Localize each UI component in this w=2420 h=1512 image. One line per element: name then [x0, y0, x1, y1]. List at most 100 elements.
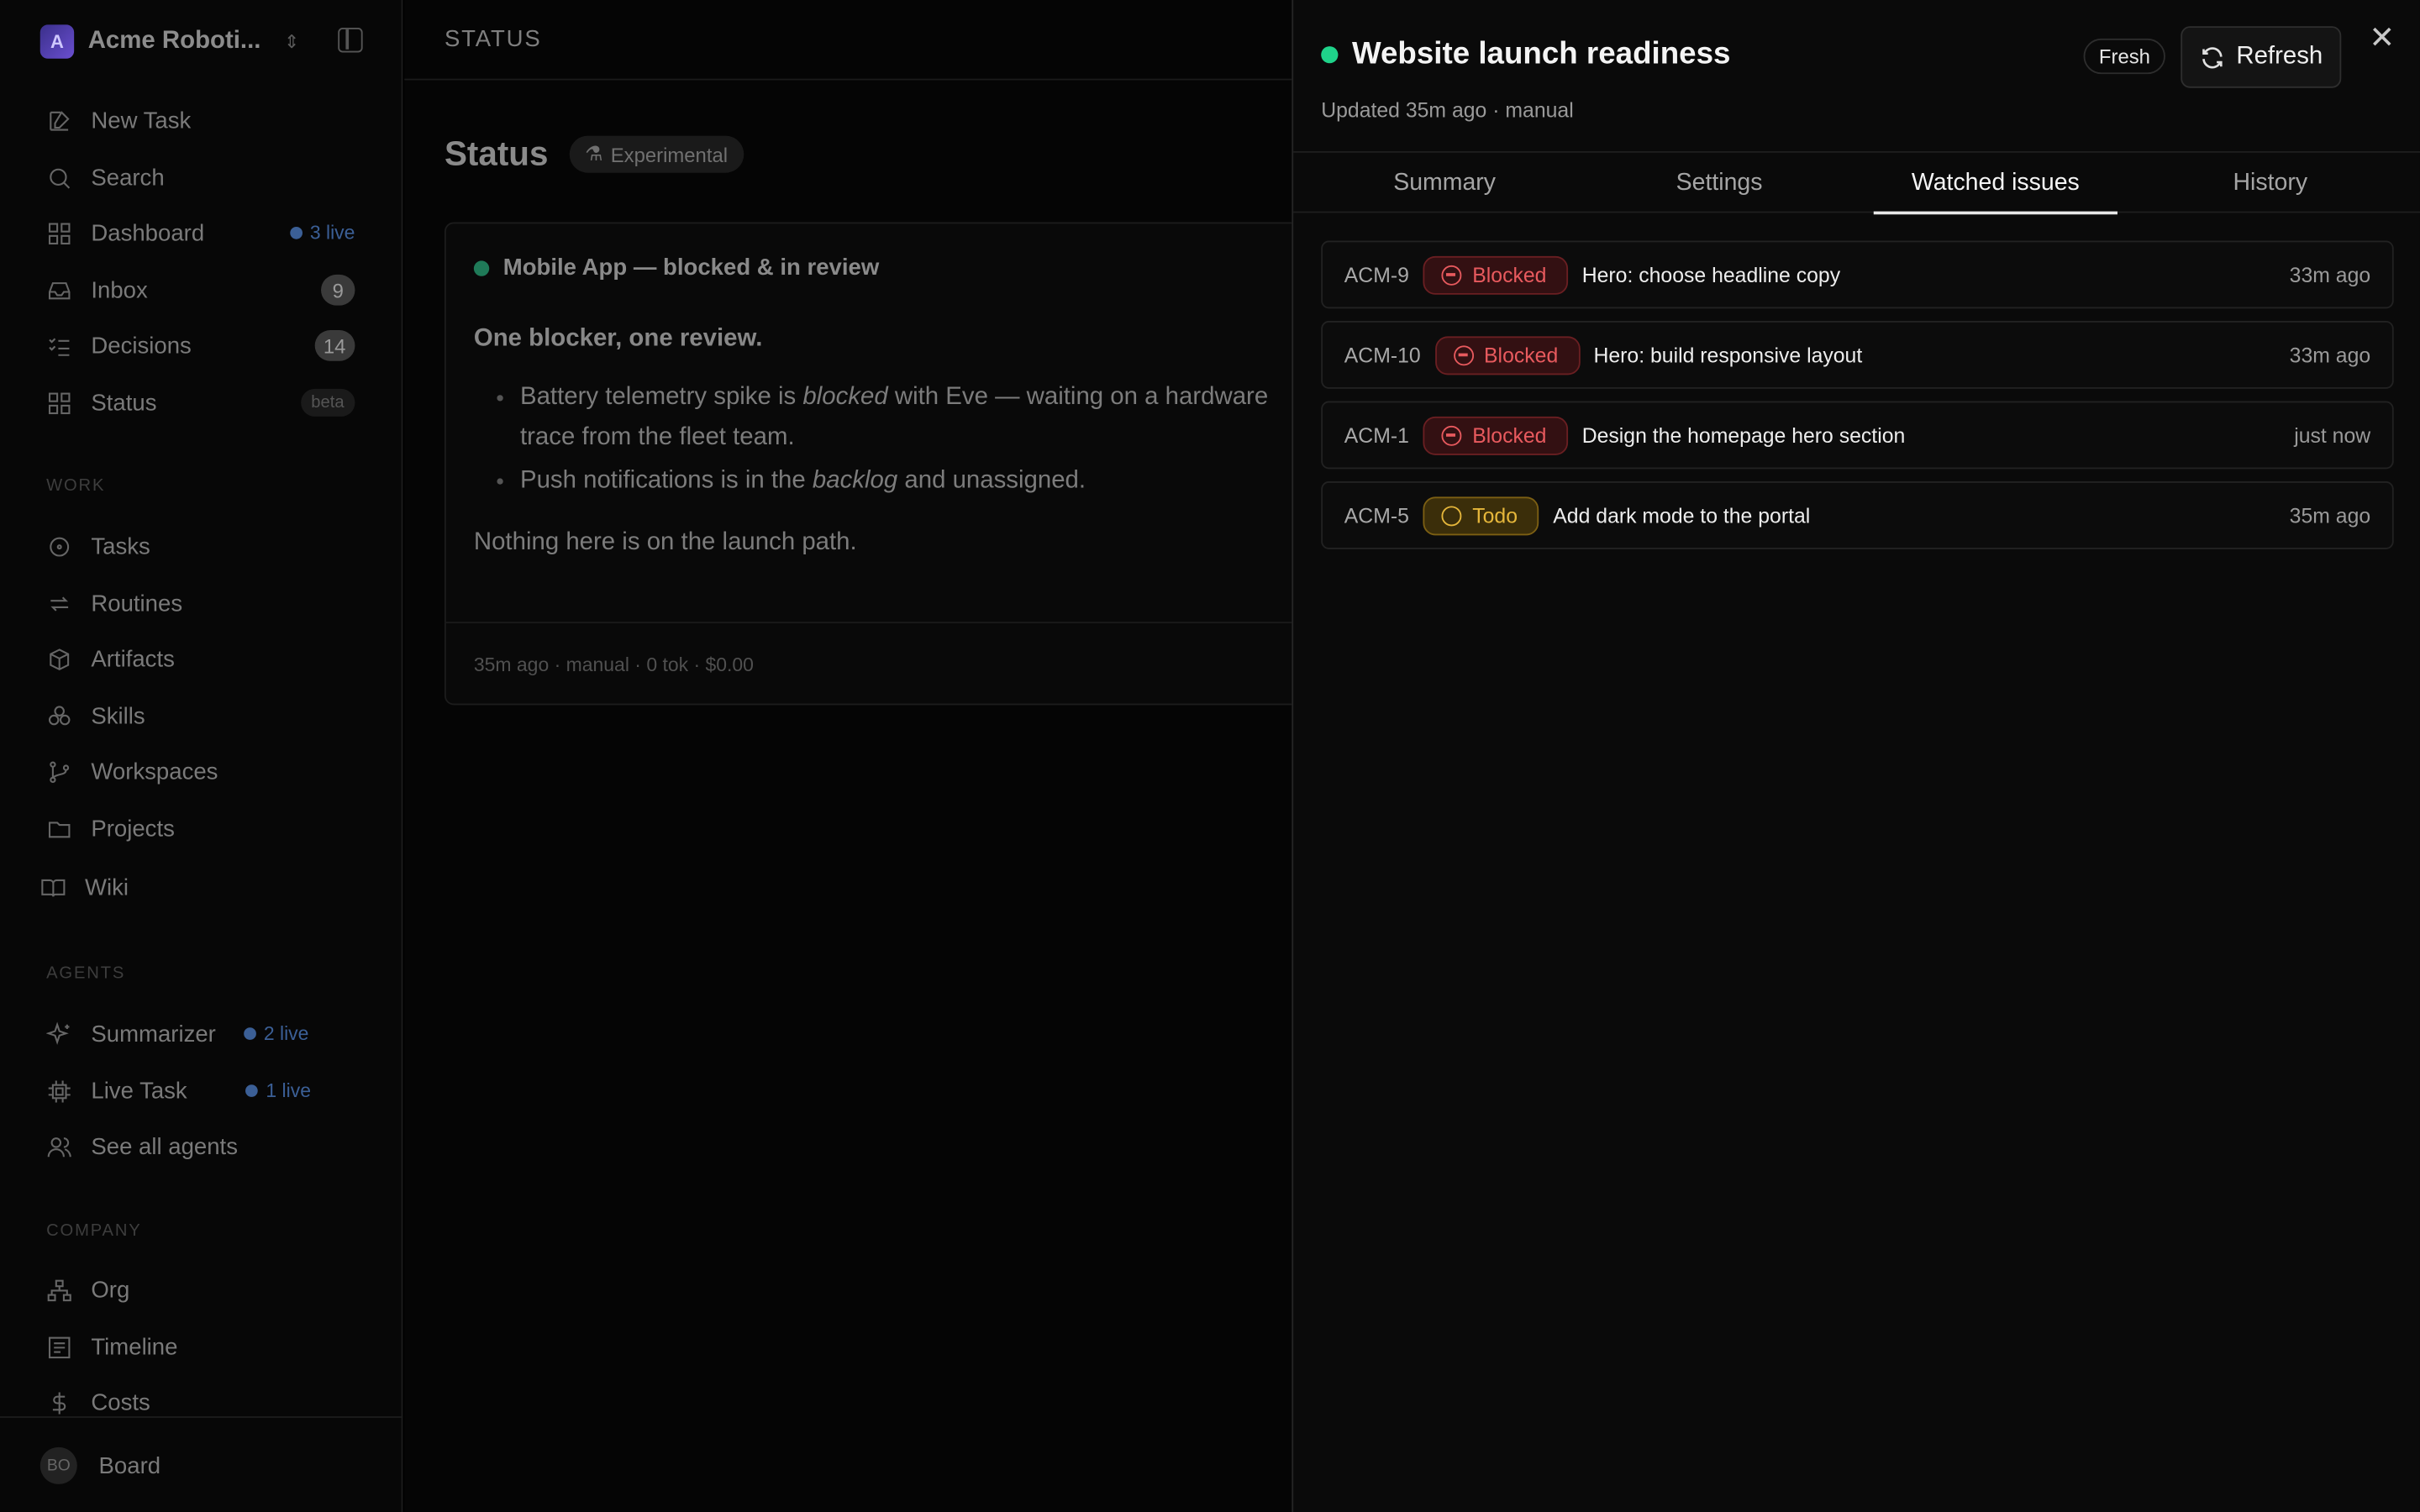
avatar: BO — [39, 1446, 77, 1484]
refresh-button[interactable]: Refresh — [2181, 26, 2342, 88]
tab-settings[interactable]: Settings — [1597, 153, 1841, 213]
sidebar-item-label: New Task — [91, 107, 192, 134]
workspace-logo: A — [39, 24, 75, 59]
issue-time: 33m ago — [2289, 263, 2371, 286]
board-label: Board — [98, 1452, 161, 1479]
sidebar-item-dashboard[interactable]: Dashboard 3 live — [46, 214, 355, 251]
sidebar-item-tasks[interactable]: Tasks — [46, 528, 355, 564]
sidebar-item-label: Inbox — [91, 276, 148, 303]
sidebar-item-label: Decisions — [91, 332, 192, 360]
issue-title: Design the homepage hero section — [1581, 423, 1906, 447]
sidebar-item-org[interactable]: Org — [46, 1271, 355, 1308]
tab-watched-issues[interactable]: Watched issues — [1873, 153, 2118, 215]
sidebar-item-label: Dashboard — [91, 219, 205, 246]
card-heading: One blocker, one review. — [473, 325, 763, 352]
card-title: Mobile App — blocked & in review — [473, 255, 879, 281]
collapse-sidebar-icon[interactable] — [338, 28, 363, 53]
sparkles-icon — [46, 1021, 72, 1047]
folder-icon — [46, 816, 72, 842]
checklist-icon — [46, 333, 72, 359]
inbox-count-badge: 9 — [321, 274, 355, 306]
issue-key: ACM-1 — [1344, 423, 1409, 447]
todo-icon — [1441, 505, 1462, 526]
top-bar: STATUS — [404, 0, 1292, 81]
tab-history[interactable]: History — [2149, 153, 2392, 213]
box-icon — [46, 646, 72, 672]
sidebar-item-inbox[interactable]: Inbox 9 — [46, 271, 355, 308]
sidebar-item-new-task[interactable]: New Task — [46, 102, 355, 139]
sidebar-item-workspaces[interactable]: Workspaces — [46, 753, 355, 790]
sidebar-item-timeline[interactable]: Timeline — [46, 1328, 355, 1365]
dollar-icon — [46, 1389, 72, 1415]
close-icon[interactable]: ✕ — [2369, 24, 2395, 55]
sidebar-item-artifacts[interactable]: Artifacts — [46, 640, 355, 677]
breadcrumb: STATUS — [444, 26, 542, 53]
live-indicator: 3 live — [289, 222, 355, 244]
sidebar: A Acme Roboti... ⇕ New Task Search Dashb… — [0, 0, 403, 1512]
sidebar-item-wiki[interactable]: Wiki — [40, 869, 349, 906]
board-user-button[interactable]: BO Board — [39, 1446, 161, 1484]
card-body: One blocker, one review. Battery telemet… — [474, 326, 1307, 558]
list-icon — [46, 1334, 72, 1360]
fresh-badge: Fresh — [2083, 38, 2166, 75]
status-card[interactable]: Mobile App — blocked & in review One blo… — [444, 222, 1309, 706]
search-icon — [46, 165, 72, 191]
repeat-icon — [46, 591, 72, 617]
issue-time: 33m ago — [2289, 343, 2371, 367]
issue-time: 35m ago — [2289, 503, 2371, 528]
status-dot — [473, 260, 490, 276]
cpu-icon — [46, 1078, 72, 1104]
decisions-count-badge: 14 — [313, 330, 355, 361]
status-badge: Blocked — [1434, 335, 1580, 375]
issue-row[interactable]: ACM-9 Blocked Hero: choose headline copy… — [1321, 240, 2394, 309]
card-footer: 35m ago · manual · 0 tok · $0.00 — [445, 622, 1307, 705]
sidebar-item-label: Live Task — [91, 1077, 187, 1105]
card-closing: Nothing here is on the launch path. — [473, 528, 857, 556]
panel-tabs: Summary Settings Watched issues History — [1293, 150, 2420, 215]
panel-title: Website launch readiness — [1321, 37, 1730, 72]
circles-icon — [46, 703, 72, 729]
sidebar-item-summarizer[interactable]: Summarizer 2 live — [46, 1016, 355, 1053]
sidebar-item-live-task[interactable]: Live Task 1 live — [46, 1073, 355, 1110]
bullet-item: Push notifications is in the backlog and… — [520, 461, 1307, 501]
blocked-icon — [1453, 344, 1474, 365]
sidebar-item-decisions[interactable]: Decisions 14 — [46, 327, 355, 364]
panel-subtitle: Updated 35m ago · manual — [1321, 98, 1574, 123]
sidebar-footer: BO Board — [0, 1416, 403, 1512]
sidebar-item-routines[interactable]: Routines — [46, 585, 355, 622]
sidebar-item-projects[interactable]: Projects — [46, 810, 355, 847]
bullet-item: Battery telemetry spike is blocked with … — [520, 378, 1307, 459]
blocked-icon — [1441, 425, 1462, 445]
sidebar-item-label: Status — [91, 389, 157, 416]
issue-row[interactable]: ACM-10 Blocked Hero: build responsive la… — [1321, 321, 2394, 389]
users-icon — [46, 1133, 72, 1159]
sidebar-item-status[interactable]: Status beta — [46, 384, 355, 421]
chevron-updown-icon: ⇕ — [283, 30, 300, 53]
sidebar-item-costs[interactable]: Costs — [46, 1384, 355, 1421]
sidebar-item-search[interactable]: Search — [46, 159, 355, 196]
blocked-icon — [1441, 264, 1462, 285]
sidebar-item-label: See all agents — [91, 1133, 238, 1160]
status-badge: Todo — [1423, 496, 1539, 535]
workspace-switcher[interactable]: A Acme Roboti... ⇕ — [39, 22, 365, 62]
sidebar-item-label: Workspaces — [91, 758, 218, 785]
app-window: A Acme Roboti... ⇕ New Task Search Dashb… — [0, 0, 2420, 1512]
beta-badge: beta — [300, 388, 355, 417]
tab-summary[interactable]: Summary — [1323, 153, 1566, 213]
issue-title: Add dark mode to the portal — [1553, 503, 1811, 528]
sidebar-item-skills[interactable]: Skills — [46, 697, 355, 734]
section-label-company: COMPANY — [46, 1221, 142, 1241]
workspace-name: Acme Roboti... — [87, 28, 261, 55]
sidebar-item-label: Artifacts — [91, 645, 175, 672]
sidebar-item-label: Tasks — [91, 533, 150, 559]
fresh-status-dot — [1321, 46, 1339, 64]
page-title: Status — [444, 134, 549, 173]
issue-row[interactable]: ACM-5 Todo Add dark mode to the portal 3… — [1321, 481, 2394, 549]
live-indicator: 1 live — [245, 1080, 311, 1101]
inbox-icon — [46, 277, 72, 303]
issue-row[interactable]: ACM-1 Blocked Design the homepage hero s… — [1321, 401, 2394, 470]
org-chart-icon — [46, 1277, 72, 1303]
issue-time: just now — [2294, 423, 2371, 447]
sidebar-item-see-all-agents[interactable]: See all agents — [46, 1128, 355, 1165]
section-label-agents: AGENTS — [46, 963, 126, 983]
